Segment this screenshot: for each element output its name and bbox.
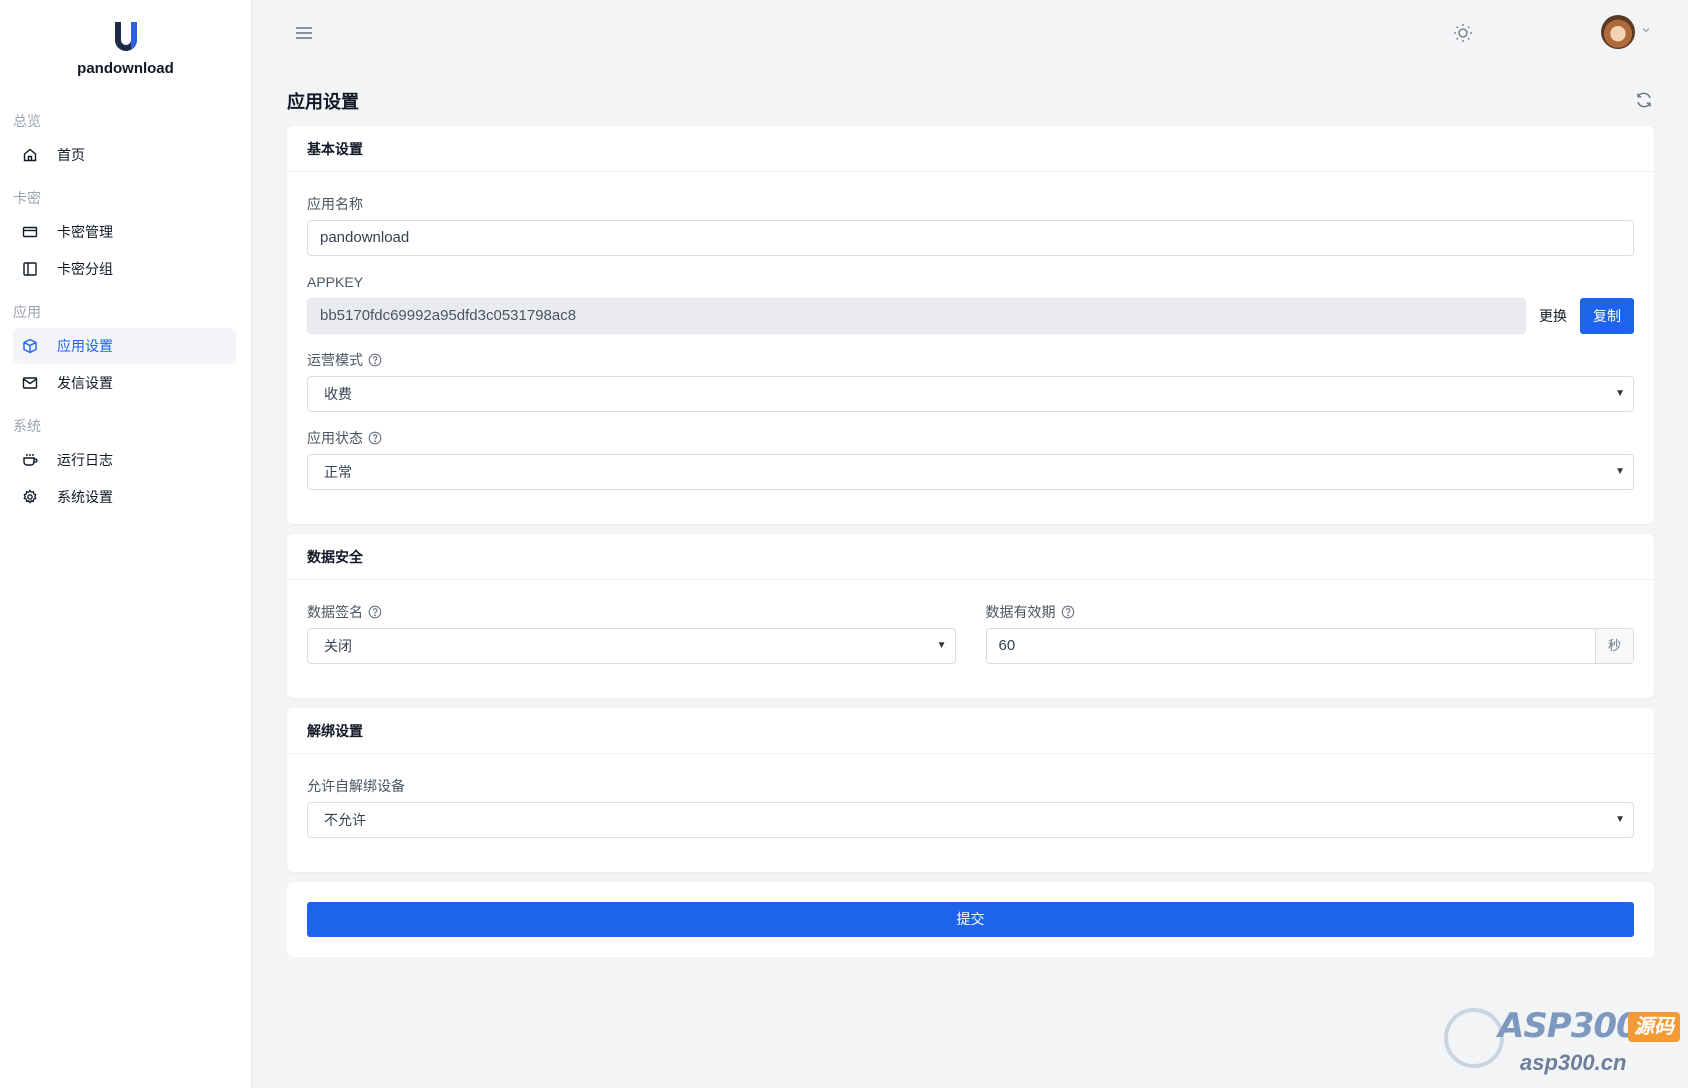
select-value: 不允许 <box>324 812 366 828</box>
sidebar-item-label: 系统设置 <box>57 489 113 505</box>
select-value: 收费 <box>324 386 352 402</box>
gear-icon <box>21 488 39 506</box>
topbar <box>253 0 1688 66</box>
watermark-logo-icon <box>1444 1008 1504 1068</box>
nav-group-overview: 总览 <box>13 113 41 129</box>
field-label: 应用状态 <box>307 430 363 446</box>
caret-down-icon: ▼ <box>1615 466 1625 477</box>
self-unbind-field: 允许自解绑设备 不允许 ▼ <box>307 776 1634 838</box>
brand[interactable]: pandownload <box>0 0 251 77</box>
submit-button[interactable]: 提交 <box>307 902 1634 937</box>
page-title: 应用设置 <box>287 92 359 112</box>
card-title: 基本设置 <box>287 126 1654 172</box>
sidebar-item-label: 卡密分组 <box>57 261 113 277</box>
card-title: 解绑设置 <box>287 708 1654 754</box>
field-label: 应用名称 <box>307 196 363 212</box>
sidebar: pandownload 总览 首页 卡密 卡密管理 卡密分组 应用 应用设置 发… <box>0 0 252 1088</box>
main-content: 应用设置 基本设置 应用名称 pandownload APPKEY bb5170… <box>287 78 1654 957</box>
brand-logo-icon <box>114 22 137 51</box>
refresh-icon[interactable] <box>1634 90 1654 110</box>
mail-icon <box>21 374 39 392</box>
card-title: 数据安全 <box>287 534 1654 580</box>
sidebar-item-mail-settings[interactable]: 发信设置 <box>13 365 236 401</box>
watermark-text: ASP300 <box>1498 1006 1640 1046</box>
sun-icon[interactable] <box>1452 22 1474 44</box>
sidebar-item-label: 运行日志 <box>57 452 113 468</box>
signature-field: 数据签名 关闭 ▼ <box>307 602 956 664</box>
signature-select[interactable]: 关闭 ▼ <box>307 628 956 664</box>
page-header: 应用设置 <box>287 78 1654 126</box>
app-name-field: 应用名称 pandownload <box>307 194 1634 256</box>
caret-down-icon: ▼ <box>1615 814 1625 825</box>
menu-toggle-icon[interactable] <box>293 23 315 43</box>
mode-select[interactable]: 收费 ▼ <box>307 376 1634 412</box>
replace-key-button[interactable]: 更换 <box>1526 298 1580 334</box>
field-label: 数据签名 <box>307 604 363 620</box>
card-icon <box>21 223 39 241</box>
home-icon <box>21 146 39 164</box>
appkey-field: APPKEY bb5170fdc69992a95dfd3c0531798ac8 … <box>307 272 1634 334</box>
basic-settings-card: 基本设置 应用名称 pandownload APPKEY bb5170fdc69… <box>287 126 1654 524</box>
help-icon[interactable] <box>368 431 382 445</box>
nav-group-cards: 卡密 <box>13 190 41 206</box>
cube-icon <box>21 337 39 355</box>
caret-down-icon: ▼ <box>1615 388 1625 399</box>
sidebar-nav: 总览 首页 卡密 卡密管理 卡密分组 应用 应用设置 发信设置 系统 运行日志 … <box>0 111 251 515</box>
self-unbind-select[interactable]: 不允许 ▼ <box>307 802 1634 838</box>
help-icon[interactable] <box>368 605 382 619</box>
nav-group-system: 系统 <box>13 418 41 434</box>
sidebar-item-app-settings[interactable]: 应用设置 <box>13 328 236 364</box>
submit-card: 提交 <box>287 882 1654 957</box>
sidebar-item-label: 应用设置 <box>57 338 113 354</box>
expire-input[interactable]: 60 <box>986 629 1595 663</box>
mode-field: 运营模式 收费 ▼ <box>307 350 1634 412</box>
watermark-badge: 源码 <box>1628 1012 1680 1042</box>
status-field: 应用状态 正常 ▼ <box>307 428 1634 490</box>
expire-unit: 秒 <box>1595 629 1633 663</box>
sidebar-item-label: 卡密管理 <box>57 224 113 240</box>
watermark: ASP300 源码 asp300.cn <box>1434 1000 1684 1080</box>
field-label: 允许自解绑设备 <box>307 778 405 794</box>
cup-icon <box>21 451 39 469</box>
help-icon[interactable] <box>1061 605 1075 619</box>
status-select[interactable]: 正常 ▼ <box>307 454 1634 490</box>
user-avatar[interactable] <box>1601 15 1635 49</box>
data-security-card: 数据安全 数据签名 关闭 ▼ 数据有效期 60 秒 <box>287 534 1654 698</box>
watermark-domain: asp300.cn <box>1520 1050 1627 1075</box>
unbind-settings-card: 解绑设置 允许自解绑设备 不允许 ▼ <box>287 708 1654 872</box>
brand-name: pandownload <box>77 60 174 77</box>
field-label: 运营模式 <box>307 352 363 368</box>
chevron-down-icon[interactable] <box>1640 24 1652 36</box>
help-icon[interactable] <box>368 353 382 367</box>
sidebar-item-system-settings[interactable]: 系统设置 <box>13 479 236 515</box>
sidebar-item-home[interactable]: 首页 <box>13 137 236 173</box>
field-label: 数据有效期 <box>985 604 1056 620</box>
field-label: APPKEY <box>307 274 364 290</box>
select-value: 关闭 <box>324 638 352 654</box>
sidebar-item-card-groups[interactable]: 卡密分组 <box>13 251 236 287</box>
sidebar-item-logs[interactable]: 运行日志 <box>13 442 236 478</box>
sidebar-item-label: 首页 <box>57 147 85 163</box>
sidebar-item-card-management[interactable]: 卡密管理 <box>13 214 236 250</box>
app-name-input[interactable]: pandownload <box>307 220 1634 256</box>
caret-down-icon: ▼ <box>936 640 947 651</box>
select-value: 正常 <box>324 464 352 480</box>
sidebar-item-label: 发信设置 <box>57 375 113 391</box>
expire-field: 数据有效期 60 秒 <box>985 602 1634 664</box>
appkey-input[interactable]: bb5170fdc69992a95dfd3c0531798ac8 <box>307 298 1526 334</box>
copy-key-button[interactable]: 复制 <box>1580 298 1634 334</box>
sidebar-panel-icon <box>21 260 39 278</box>
nav-group-apps: 应用 <box>13 304 41 320</box>
